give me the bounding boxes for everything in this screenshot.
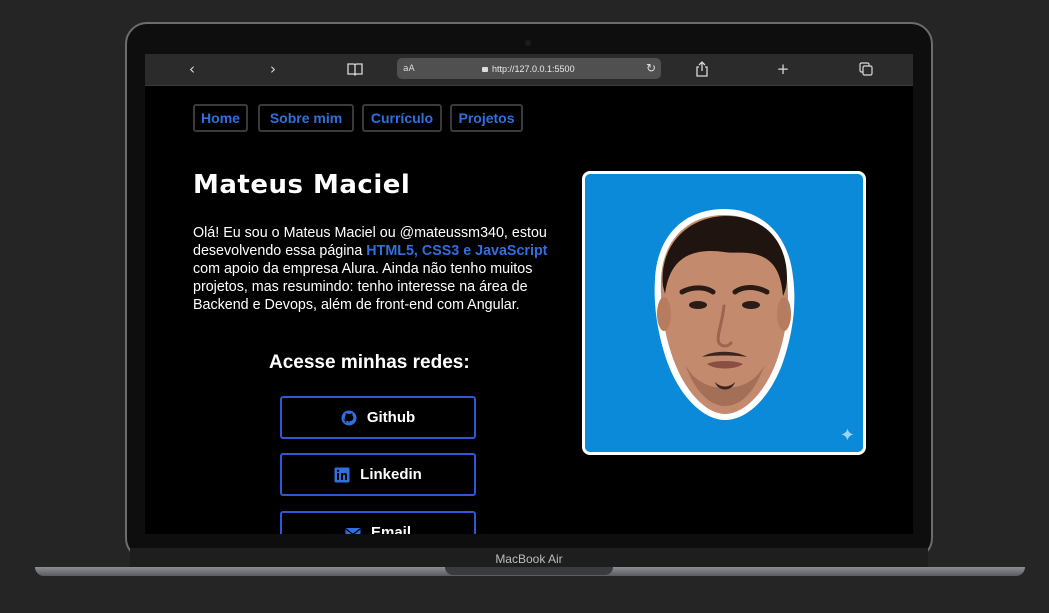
linkedin-label: Linkedin bbox=[360, 466, 422, 483]
address-bar[interactable]: aA http://127.0.0.1:5500 ↻ bbox=[397, 58, 661, 79]
nav-resume-button[interactable]: Currículo bbox=[362, 104, 442, 132]
forward-icon[interactable]: › bbox=[261, 59, 285, 79]
laptop-hinge-notch bbox=[445, 567, 613, 575]
sparkle-icon: ✦ bbox=[839, 425, 855, 446]
github-icon bbox=[341, 410, 357, 426]
share-icon[interactable] bbox=[690, 59, 714, 79]
new-tab-icon[interactable]: + bbox=[771, 59, 795, 79]
linkedin-button[interactable]: Linkedin bbox=[280, 453, 476, 496]
portrait-illustration bbox=[654, 209, 795, 420]
intro-tech-highlight: HTML5, CSS3 e JavaScript bbox=[366, 243, 548, 259]
nav-projects-button[interactable]: Projetos bbox=[450, 104, 523, 132]
url-text: http://127.0.0.1:5500 bbox=[482, 62, 575, 76]
email-label: Email bbox=[370, 524, 412, 534]
email-icon bbox=[345, 525, 361, 534]
reload-icon[interactable]: ↻ bbox=[646, 60, 656, 76]
github-label: Github bbox=[366, 409, 416, 426]
laptop-base: MacBook Air bbox=[130, 548, 928, 568]
nav-about-button[interactable]: Sobre mim bbox=[258, 104, 354, 132]
nav-home-button[interactable]: Home bbox=[193, 104, 248, 132]
page-title: Mateus Maciel bbox=[193, 170, 411, 200]
social-heading: Acesse minhas redes: bbox=[269, 352, 470, 373]
intro-paragraph: Olá! Eu sou o Mateus Maciel ou @mateussm… bbox=[193, 224, 568, 314]
device-label: MacBook Air bbox=[495, 552, 563, 566]
linkedin-icon bbox=[334, 467, 350, 483]
profile-photo: ✦ bbox=[582, 171, 866, 455]
back-icon[interactable]: ‹ bbox=[180, 59, 204, 79]
reader-text-size[interactable]: aA bbox=[403, 62, 415, 76]
camera-dot bbox=[525, 40, 531, 46]
intro-text-end: com apoio da empresa Alura. Ainda não te… bbox=[193, 261, 533, 313]
browser-toolbar: ‹ › aA http://127.0.0.1:5500 ↻ + bbox=[145, 54, 913, 86]
lock-icon bbox=[482, 67, 488, 72]
url-value: http://127.0.0.1:5500 bbox=[492, 64, 575, 74]
tabs-icon[interactable] bbox=[854, 59, 878, 79]
browser-screen: ‹ › aA http://127.0.0.1:5500 ↻ + Home So… bbox=[145, 54, 913, 534]
email-button[interactable]: Email bbox=[280, 511, 476, 534]
github-button[interactable]: Github bbox=[280, 396, 476, 439]
book-icon[interactable] bbox=[343, 59, 367, 79]
